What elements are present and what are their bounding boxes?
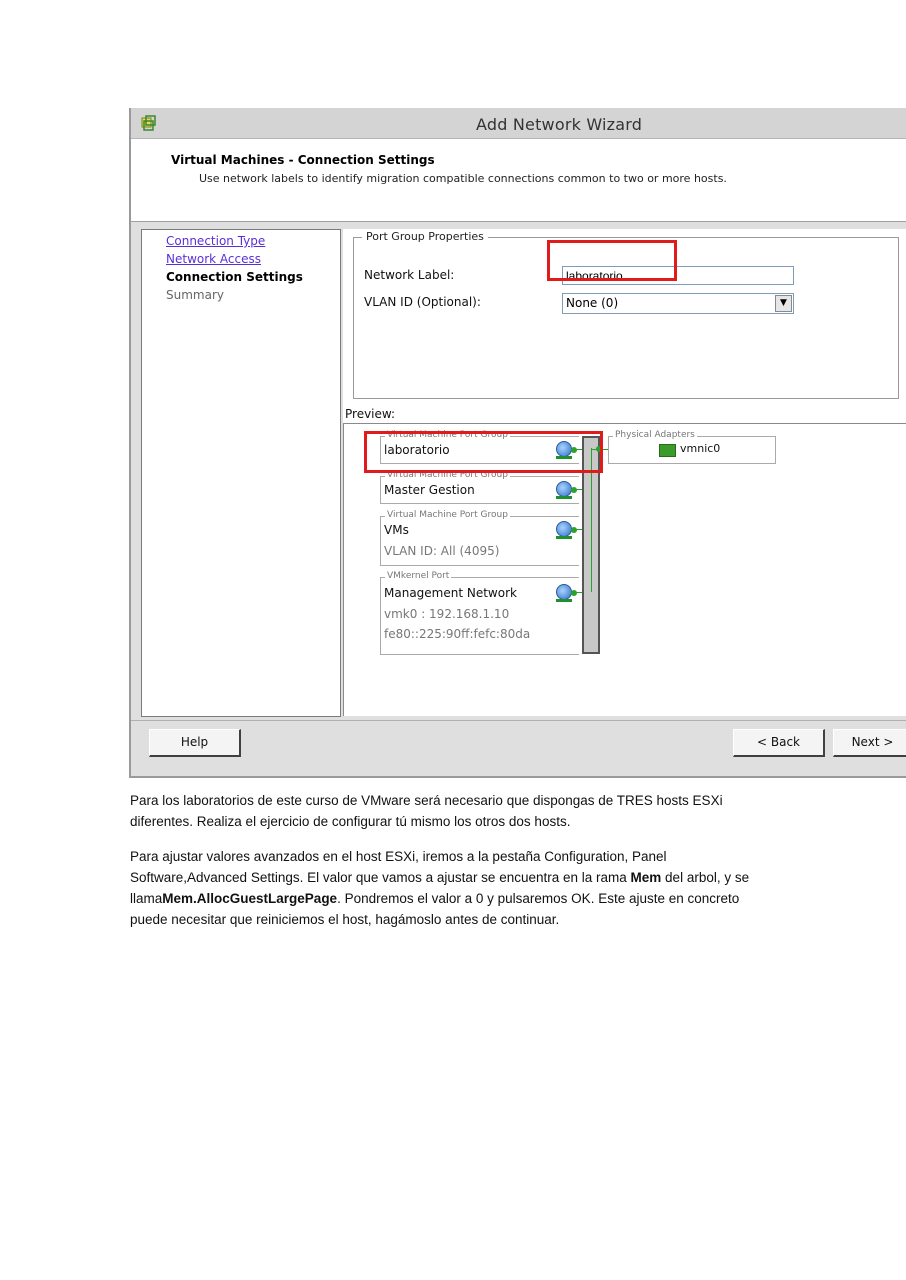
- step-summary: Summary: [166, 288, 224, 302]
- physical-adapters: Physical Adapters vmnic0: [608, 430, 776, 464]
- step-connection-type[interactable]: Connection Type: [166, 234, 265, 248]
- paragraph-hosts: Para los laboratorios de este curso de V…: [130, 793, 723, 829]
- connector-dot: [571, 527, 577, 533]
- vlan-id-select[interactable]: None (0) ▼: [562, 293, 794, 314]
- wizard-footer: Help < Back Next >: [131, 720, 906, 776]
- preview-area: Virtual Machine Port Group laboratorio V…: [343, 423, 906, 716]
- network-label-label: Network Label:: [364, 268, 455, 282]
- wizard-header: Virtual Machines - Connection Settings U…: [131, 139, 906, 222]
- port-group-name: VMs: [384, 523, 409, 537]
- next-button[interactable]: Next >: [833, 729, 906, 757]
- network-base-icon: [556, 496, 572, 499]
- network-base-icon: [556, 599, 572, 602]
- bold-setting-name: Mem.AllocGuestLargePage: [162, 891, 338, 906]
- step-network-access[interactable]: Network Access: [166, 252, 261, 266]
- port-group-master-gestion: Virtual Machine Port Group Master Gestio…: [380, 470, 583, 504]
- physical-adapters-legend: Physical Adapters: [613, 430, 697, 440]
- vlan-id-label: VLAN ID (Optional):: [364, 295, 481, 309]
- highlight-port-group: [364, 431, 603, 473]
- paragraph-advanced-settings: Para ajustar valores avanzados en el hos…: [130, 846, 770, 930]
- window-title: Add Network Wizard: [476, 115, 643, 134]
- help-button[interactable]: Help: [149, 729, 241, 757]
- highlight-network-label: [547, 240, 677, 281]
- header-description: Use network labels to identify migration…: [199, 172, 727, 185]
- bold-mem: Mem: [630, 870, 662, 885]
- paragraph-text: Para ajustar valores avanzados en el hos…: [130, 849, 667, 885]
- port-group-properties-legend: Port Group Properties: [362, 230, 488, 243]
- network-icon: [556, 521, 572, 537]
- settings-panel: Port Group Properties Network Label: VLA…: [343, 229, 906, 716]
- wizard-screenshot: Add Network Wizard Virtual Machines - Co…: [129, 108, 906, 778]
- network-icon: [556, 481, 572, 497]
- nic-name: vmnic0: [680, 442, 721, 455]
- network-base-icon: [556, 536, 572, 539]
- port-group-type: Virtual Machine Port Group: [385, 510, 510, 520]
- vmk-ip: vmk0 : 192.168.1.10: [384, 607, 510, 621]
- back-button[interactable]: < Back: [733, 729, 825, 757]
- nic-icon: [659, 444, 676, 457]
- preview-label: Preview:: [345, 407, 396, 421]
- connector-dot: [571, 487, 577, 493]
- vmkernel-port-management: VMkernel Port Management Network vmk0 : …: [380, 571, 583, 655]
- vmk-ipv6: fe80::225:90ff:fefc:80da: [384, 627, 531, 641]
- header-title: Virtual Machines - Connection Settings: [171, 153, 435, 167]
- connector-dot: [571, 590, 577, 596]
- vsphere-app-icon: [141, 115, 156, 131]
- chevron-down-icon[interactable]: ▼: [775, 295, 792, 312]
- port-group-name: Master Gestion: [384, 483, 475, 497]
- port-group-vlan: VLAN ID: All (4095): [384, 544, 500, 558]
- step-connection-settings: Connection Settings: [166, 270, 303, 284]
- port-group-name: Management Network: [384, 586, 517, 600]
- port-group-vms: Virtual Machine Port Group VMs VLAN ID: …: [380, 510, 583, 566]
- port-group-type: VMkernel Port: [385, 571, 452, 581]
- title-bar: Add Network Wizard: [131, 108, 906, 139]
- vlan-id-value: None (0): [566, 296, 619, 310]
- network-icon: [556, 584, 572, 600]
- wizard-steps-panel: Connection Type Network Access Connectio…: [141, 229, 341, 717]
